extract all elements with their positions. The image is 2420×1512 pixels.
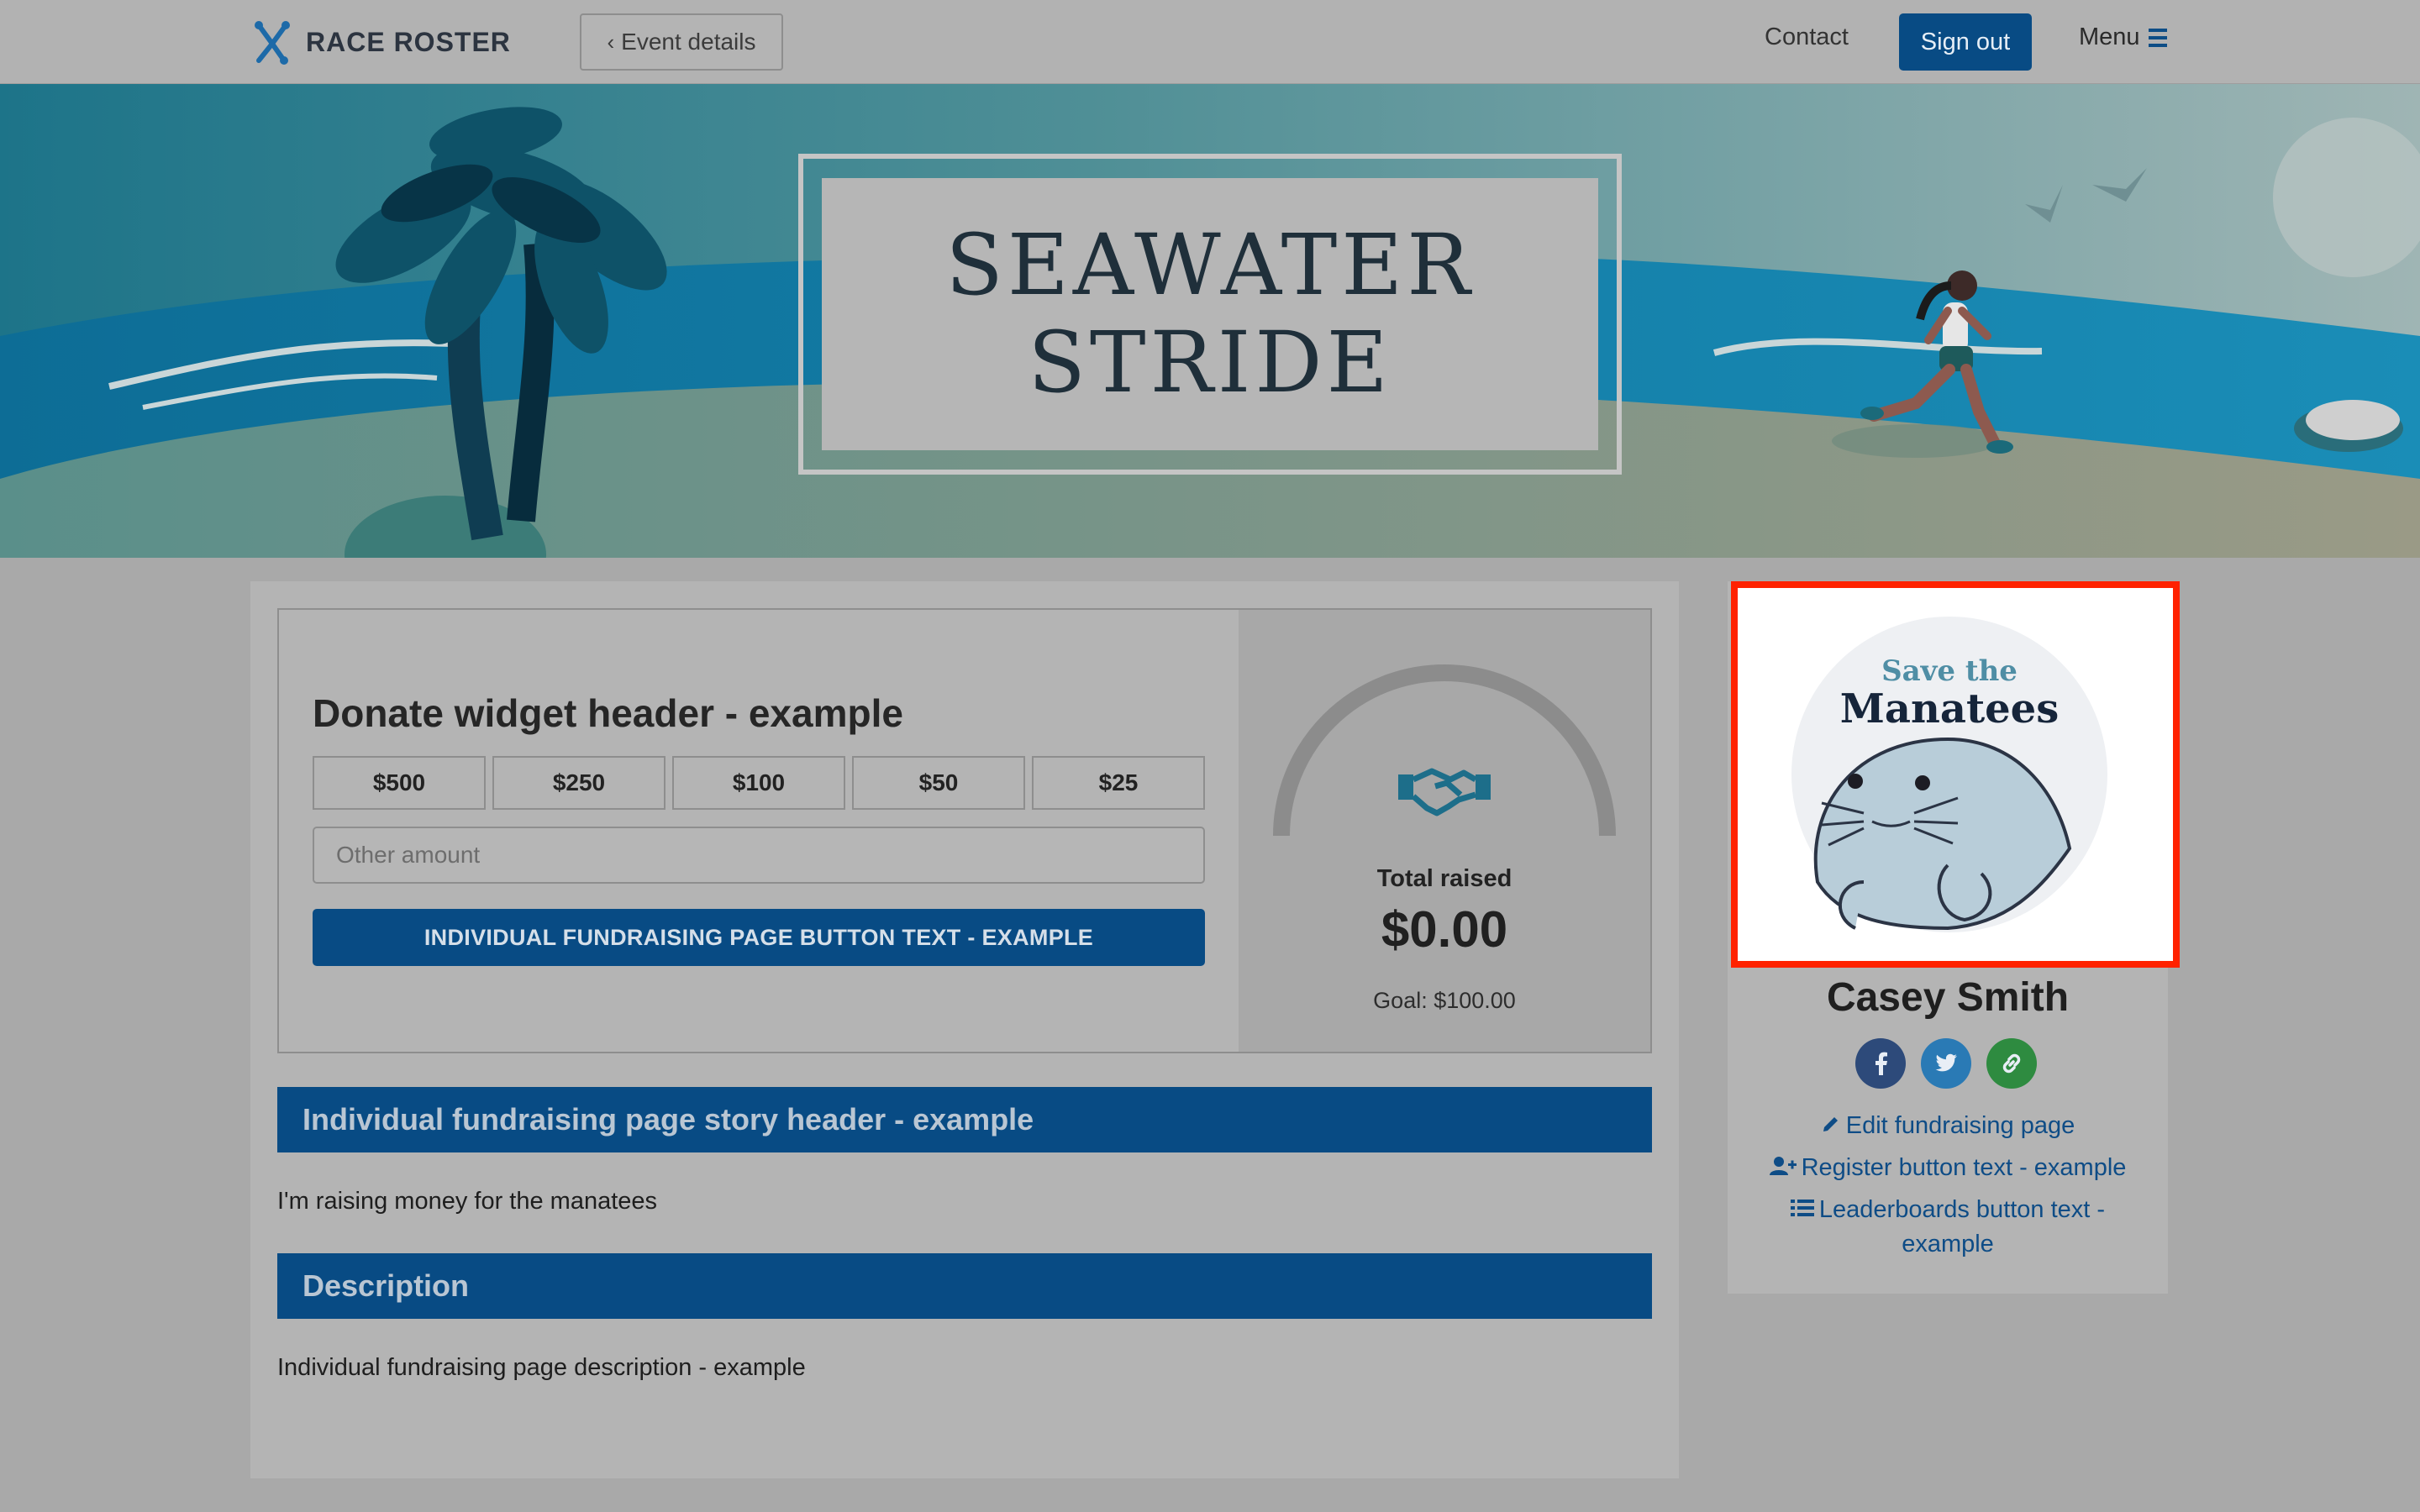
twitter-icon <box>1935 1053 1957 1072</box>
event-title-line-1: SEAWATER <box>945 216 1475 314</box>
event-details-label: Event details <box>621 29 756 55</box>
fundraising-page-button[interactable]: INDIVIDUAL FUNDRAISING PAGE BUTTON TEXT … <box>313 909 1205 966</box>
facebook-icon <box>1876 1052 1887 1075</box>
race-roster-logo[interactable]: RACE ROSTER <box>250 17 511 67</box>
handshake-icon <box>1398 768 1491 816</box>
register-link-label: Register button text - example <box>1801 1154 2127 1181</box>
facebook-share-button[interactable] <box>1855 1038 1906 1089</box>
list-icon <box>1790 1194 1814 1227</box>
profile-image: Save the Manatees <box>1731 581 2180 968</box>
user-plus-icon <box>1769 1152 1797 1185</box>
image-text-manatees: Manatees <box>1840 685 2060 732</box>
leaderboards-link-label-line-1: Leaderboards button text - <box>1818 1196 2106 1223</box>
total-raised-label: Total raised <box>1376 865 1512 892</box>
social-share-buttons <box>1855 1038 2037 1089</box>
event-title-line-2: STRIDE <box>1028 313 1392 412</box>
description-header: Description <box>277 1253 1652 1319</box>
menu-label: Menu <box>2079 24 2140 50</box>
story-header: Individual fundraising page story header… <box>277 1087 1652 1152</box>
edit-fundraising-page-link[interactable]: Edit fundraising page <box>1728 1109 2168 1143</box>
donate-widget-header: Donate widget header - example <box>313 691 903 735</box>
description-text: Individual fundraising page description … <box>277 1354 806 1381</box>
amount-50-button[interactable]: $50 <box>852 756 1025 810</box>
copy-link-button[interactable] <box>1986 1038 2037 1089</box>
amount-500-button[interactable]: $500 <box>313 756 486 810</box>
event-title: SEAWATER STRIDE <box>822 178 1598 450</box>
sign-out-button[interactable]: Sign out <box>1899 13 2032 71</box>
other-amount-input[interactable] <box>313 827 1205 884</box>
twitter-share-button[interactable] <box>1921 1038 1971 1089</box>
amount-100-button[interactable]: $100 <box>672 756 845 810</box>
story-text: I'm raising money for the manatees <box>277 1188 658 1215</box>
top-navigation-bar: RACE ROSTER ‹ Event details Contact Sign… <box>0 0 2420 84</box>
chevron-left-icon: ‹ <box>607 29 615 55</box>
link-icon <box>2002 1053 2021 1074</box>
amount-25-button[interactable]: $25 <box>1032 756 1205 810</box>
progress-gauge <box>1273 664 1616 837</box>
edit-fundraising-page-label: Edit fundraising page <box>1845 1112 2075 1139</box>
leaderboards-link[interactable]: Leaderboards button text - example <box>1728 1193 2168 1261</box>
total-raised-value: $0.00 <box>1381 901 1508 958</box>
race-roster-logo-icon <box>255 21 290 65</box>
leaderboards-link-label-line-2: example <box>1902 1231 1994 1258</box>
goal-text: Goal: $100.00 <box>1373 988 1516 1013</box>
register-link[interactable]: Register button text - example <box>1728 1151 2168 1185</box>
pencil-icon <box>1821 1110 1841 1143</box>
menu-button[interactable]: Menu <box>2079 24 2167 51</box>
image-text-save-the: Save the <box>1881 654 2018 688</box>
donation-amount-options: $500 $250 $100 $50 $25 <box>313 756 1205 810</box>
hamburger-icon <box>2148 28 2167 47</box>
manatee-logo: Save the Manatees <box>1791 617 2107 932</box>
fundraiser-name: Casey Smith <box>1826 975 2070 1020</box>
logo-text: RACE ROSTER <box>306 26 511 57</box>
event-details-button[interactable]: ‹ Event details <box>580 13 783 71</box>
contact-link[interactable]: Contact <box>1765 24 1849 51</box>
amount-250-button[interactable]: $250 <box>492 756 666 810</box>
event-banner: SEAWATER STRIDE <box>0 84 2420 558</box>
